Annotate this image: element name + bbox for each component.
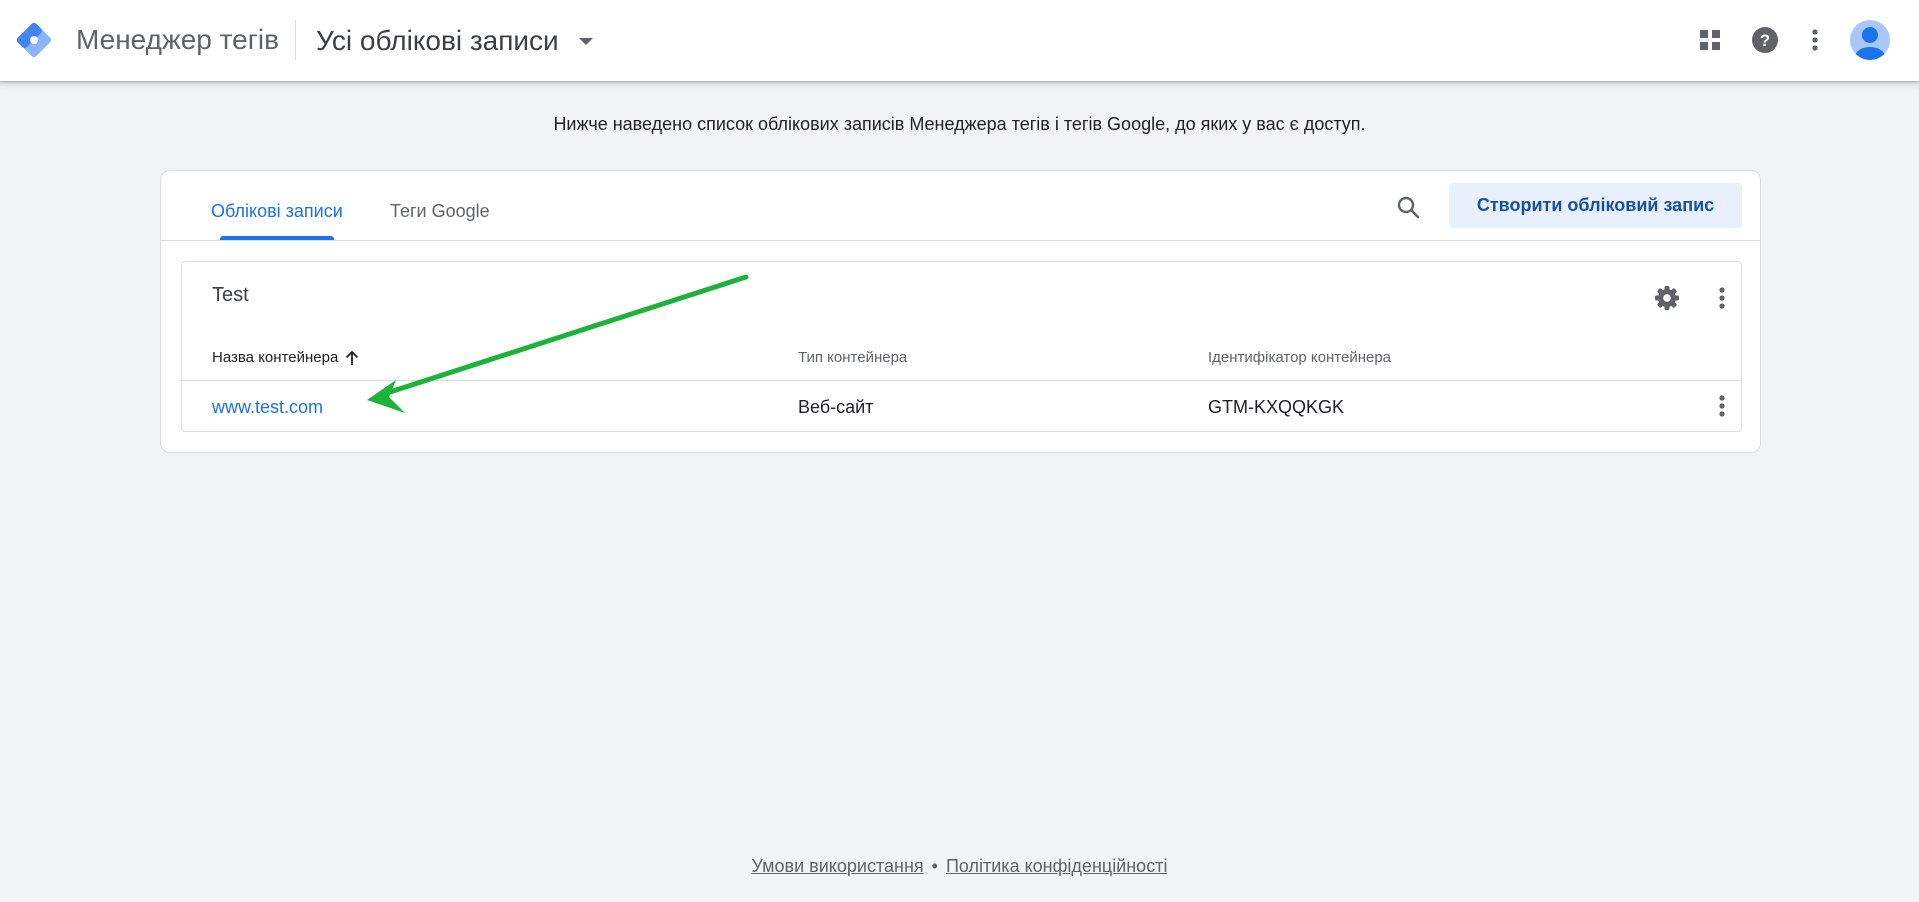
column-header-container-type: Тип контейнера bbox=[798, 349, 908, 366]
row-more-vert-icon[interactable] bbox=[1704, 388, 1740, 424]
account-selector[interactable]: Усі облікові записи bbox=[316, 18, 593, 64]
column-header-container-id: Ідентифікатор контейнера bbox=[1208, 349, 1392, 366]
tab-google-tags[interactable]: Теги Google bbox=[390, 201, 490, 239]
svg-text:?: ? bbox=[1760, 31, 1770, 50]
gear-icon[interactable] bbox=[1649, 280, 1685, 316]
column-header-name-label: Назва контейнера bbox=[212, 349, 339, 366]
create-account-button[interactable]: Створити обліковий запис bbox=[1449, 183, 1742, 228]
intro-text: Нижче наведено список облікових записів … bbox=[553, 114, 1366, 134]
tab-accounts[interactable]: Облікові записи bbox=[211, 201, 343, 239]
row-divider bbox=[182, 380, 1741, 381]
footer: Умови використання • Політика конфіденційн… bbox=[0, 856, 1919, 877]
tag-manager-logo-icon[interactable] bbox=[14, 20, 54, 60]
account-panel: Test Назва контейнера Тип контейнера Іде… bbox=[181, 261, 1742, 432]
footer-separator: • bbox=[931, 856, 938, 876]
tabs-divider bbox=[161, 240, 1760, 241]
container-id: GTM-KXQQKGK bbox=[1208, 397, 1345, 417]
help-icon[interactable]: ? bbox=[1745, 20, 1785, 60]
chevron-down-icon bbox=[578, 37, 593, 45]
accounts-card: Облікові записи Теги Google Створити обл… bbox=[160, 170, 1761, 453]
account-selector-label: Усі облікові записи bbox=[316, 25, 559, 56]
container-type: Веб-сайт bbox=[798, 397, 874, 417]
top-app-bar: Менеджер тегів Усі облікові записи ? bbox=[0, 0, 1919, 81]
account-avatar-icon[interactable] bbox=[1849, 19, 1891, 61]
product-name: Менеджер тегів bbox=[76, 24, 280, 55]
terms-link[interactable]: Умови використання bbox=[752, 856, 924, 876]
account-more-vert-icon[interactable] bbox=[1704, 280, 1740, 316]
arrow-up-icon bbox=[346, 350, 359, 365]
header-divider bbox=[295, 20, 296, 60]
privacy-link[interactable]: Політика конфіденційності bbox=[946, 856, 1167, 876]
container-name-link[interactable]: www.test.com bbox=[212, 397, 323, 418]
account-name: Test bbox=[212, 284, 249, 306]
search-icon[interactable] bbox=[1388, 187, 1428, 227]
more-vert-icon[interactable] bbox=[1795, 20, 1835, 60]
column-header-container-name[interactable]: Назва контейнера bbox=[212, 349, 360, 366]
apps-grid-icon[interactable] bbox=[1690, 20, 1730, 60]
